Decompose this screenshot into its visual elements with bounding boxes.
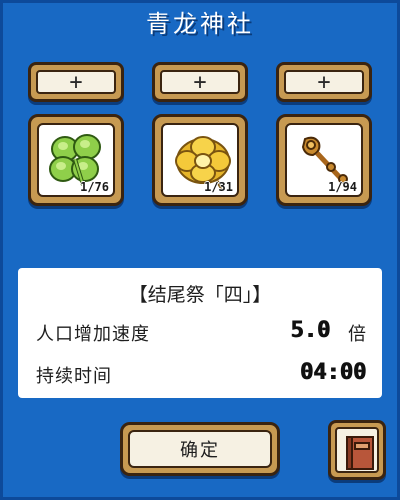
confirm-button[interactable]: 确定 <box>120 422 280 476</box>
duration-label: 持续时间 <box>36 366 112 387</box>
plus-label: + <box>36 70 116 95</box>
item-count: 1/76 <box>80 180 109 194</box>
item-count: 1/94 <box>328 180 357 194</box>
add-button-flower[interactable]: + <box>152 62 248 102</box>
shrine-title: 青龙神社 <box>146 10 254 38</box>
add-button-staff[interactable]: + <box>276 62 372 102</box>
item-count: 1/31 <box>204 180 233 194</box>
plus-label: + <box>284 70 364 95</box>
info-row-growth: 人口增加速度 5.0 倍 <box>36 318 366 348</box>
duration-value: 04:00 <box>299 360 366 385</box>
book-button[interactable] <box>328 420 386 480</box>
book-icon <box>346 436 374 470</box>
growth-unit: 倍 <box>348 324 366 345</box>
plus-label: + <box>160 70 240 95</box>
info-row-duration: 持续时间 04:00 <box>36 360 366 390</box>
item-card-staff[interactable]: 1/94 <box>276 114 372 206</box>
growth-label: 人口增加速度 <box>36 324 150 345</box>
growth-value: 5.0 <box>290 318 330 343</box>
effect-title: 【结尾祭「四」】 <box>128 284 272 306</box>
item-card-flower[interactable]: 1/31 <box>152 114 248 206</box>
add-button-clover[interactable]: + <box>28 62 124 102</box>
effect-info-panel: 【结尾祭「四」】 人口增加速度 5.0 倍 持续时间 04:00 <box>18 268 382 398</box>
confirm-label: 确定 <box>128 430 272 468</box>
item-card-clover[interactable]: 1/76 <box>28 114 124 206</box>
